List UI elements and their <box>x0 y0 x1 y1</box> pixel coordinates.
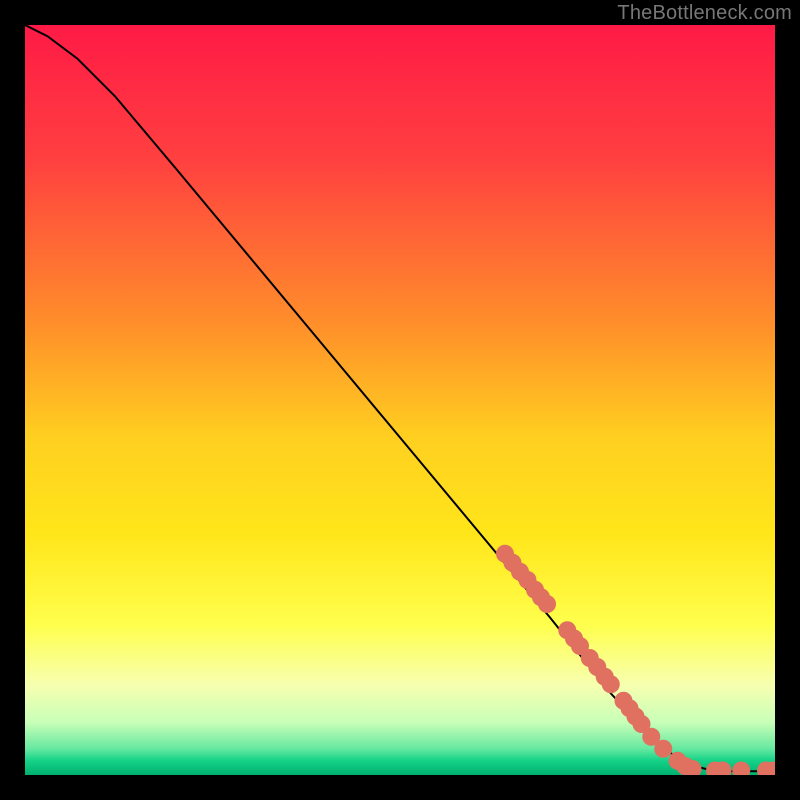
gradient-background <box>25 25 775 775</box>
data-marker <box>654 740 672 758</box>
chart-svg <box>25 25 775 775</box>
plot-area <box>25 25 775 775</box>
data-marker <box>538 595 556 613</box>
chart-frame: TheBottleneck.com <box>0 0 800 800</box>
attribution-text: TheBottleneck.com <box>617 2 792 25</box>
data-marker <box>602 675 620 693</box>
